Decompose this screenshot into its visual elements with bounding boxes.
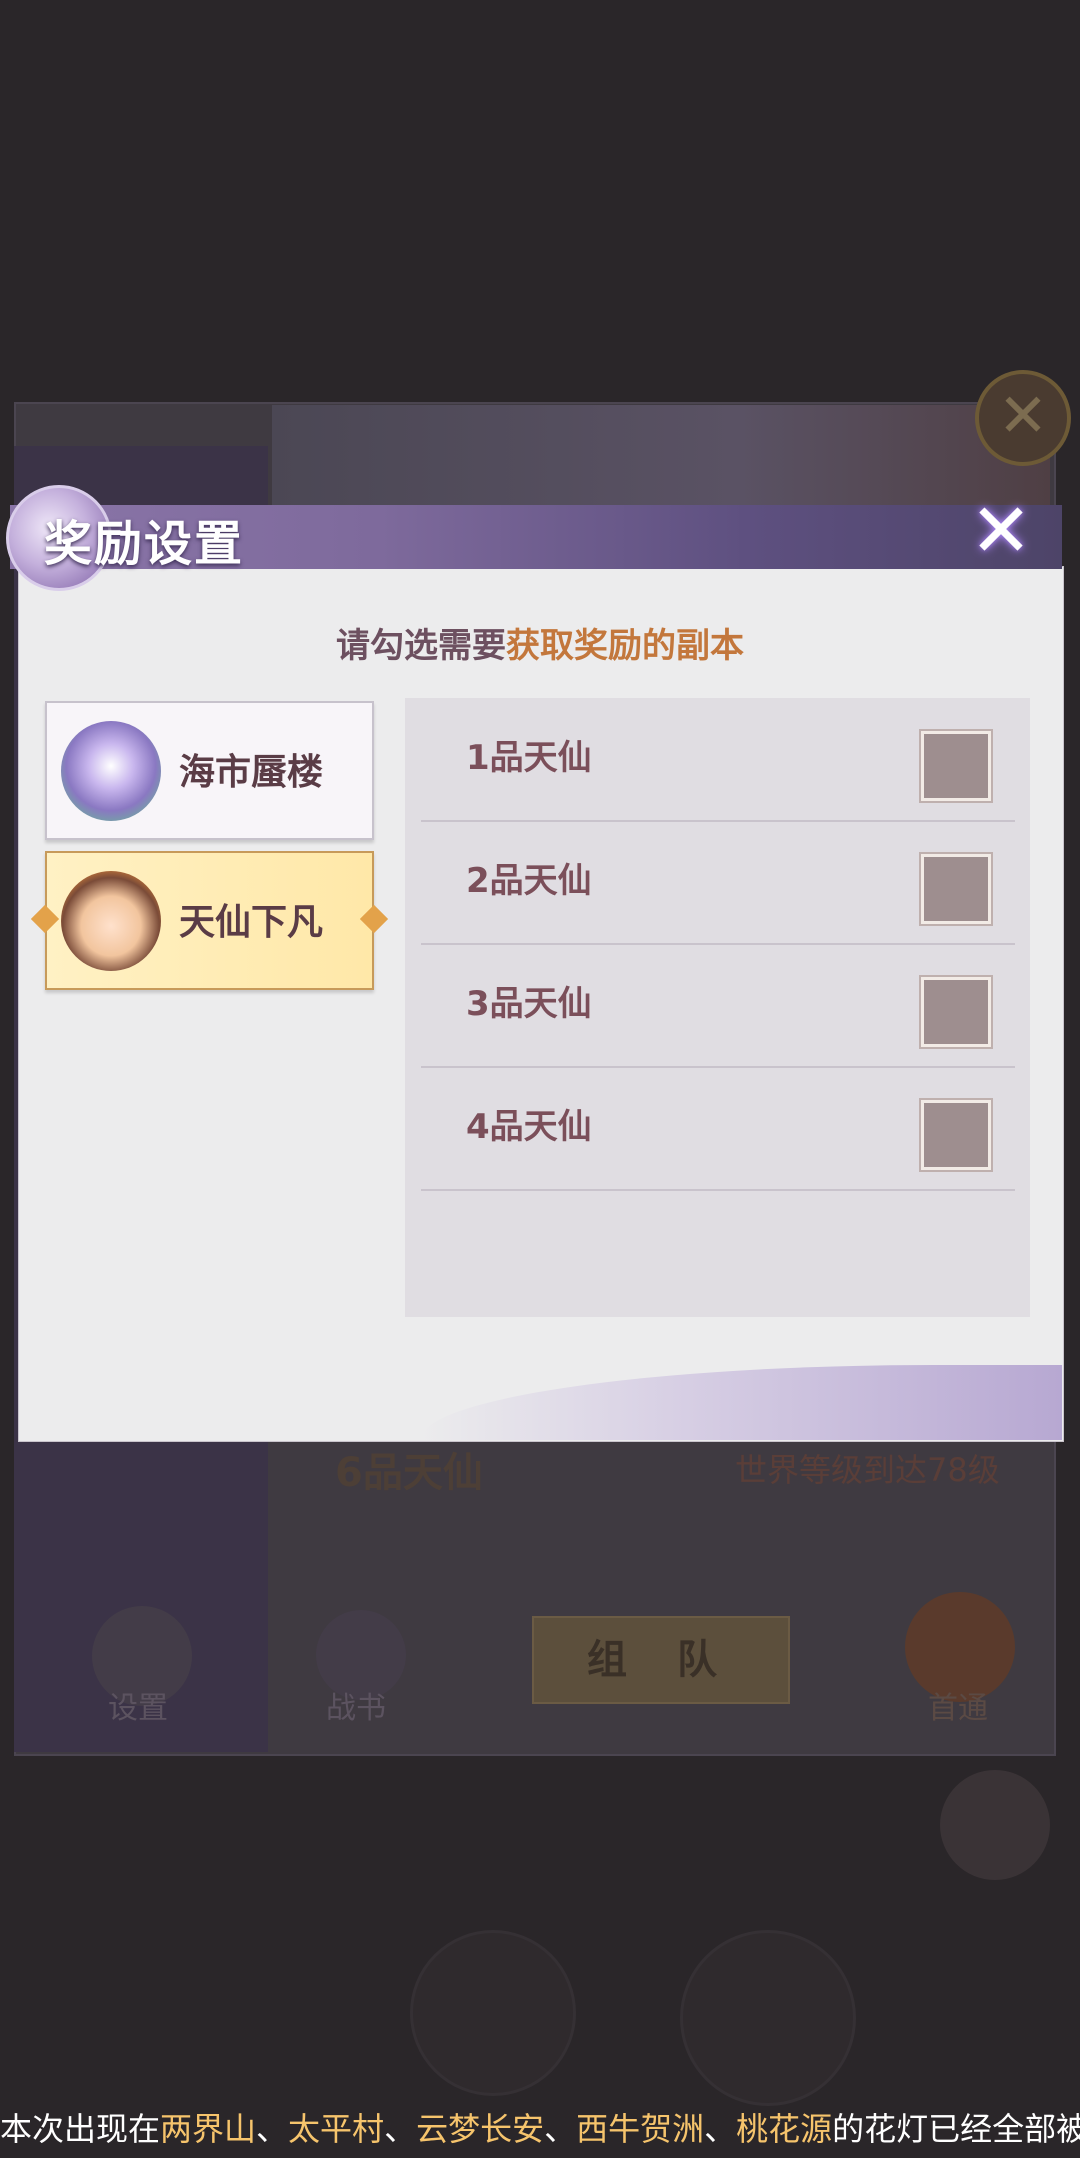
- background-bottom-button-2: [680, 1930, 856, 2106]
- background-round-button: [940, 1770, 1050, 1880]
- tier-checkbox[interactable]: [921, 854, 991, 924]
- instruction-prefix: 请勾选需要: [336, 626, 506, 666]
- background-tier-label: 6品天仙: [335, 1450, 483, 1496]
- background-world-level: 世界等级到达78级: [735, 1451, 1000, 1489]
- marquee-text: 本次出现在: [0, 2110, 161, 2148]
- tier-row: 1品天仙: [421, 698, 1015, 822]
- marquee-location: 云梦长安: [416, 2110, 545, 2148]
- marquee-separator: 、: [704, 2110, 737, 2148]
- dungeon-item-celestial[interactable]: 天仙下凡: [30, 851, 389, 990]
- tier-checkbox[interactable]: [921, 1100, 991, 1170]
- marquee-separator: 、: [256, 2110, 289, 2148]
- dungeon-item-mirage[interactable]: 海市蜃楼: [45, 701, 374, 840]
- tier-label: 1品天仙: [466, 738, 592, 778]
- background-first-clear-label: 首通: [928, 1691, 988, 1726]
- background-team-button: 组 队: [532, 1616, 790, 1704]
- marquee-separator: 、: [544, 2110, 577, 2148]
- background-close-icon: ✕: [975, 370, 1071, 466]
- marquee-separator: 、: [384, 2110, 417, 2148]
- instruction-text: 请勾选需要获取奖励的副本: [0, 618, 1080, 667]
- tier-row: 2品天仙: [421, 821, 1015, 945]
- tier-row: 3品天仙: [421, 944, 1015, 1068]
- tier-row: 4品天仙: [421, 1067, 1015, 1191]
- tier-label: 3品天仙: [466, 984, 592, 1024]
- dungeon-label: 天仙下凡: [179, 902, 324, 943]
- instruction-highlight: 获取奖励的副本: [506, 626, 744, 666]
- marquee-location: 两界山: [160, 2110, 257, 2148]
- marquee-location: 太平村: [288, 2110, 385, 2148]
- tier-list-panel: 1品天仙 2品天仙 3品天仙 4品天仙: [405, 698, 1030, 1317]
- close-icon[interactable]: ✕: [966, 494, 1036, 568]
- tier-label: 4品天仙: [466, 1107, 592, 1147]
- dialog-title: 奖励设置: [44, 516, 245, 572]
- tier-checkbox[interactable]: [921, 977, 991, 1047]
- tier-label: 2品天仙: [466, 861, 592, 901]
- marquee-location: 桃花源: [736, 2110, 833, 2148]
- background-settings-label: 设置: [108, 1691, 168, 1726]
- pearl-shell-icon: [61, 721, 161, 821]
- tier-checkbox[interactable]: [921, 731, 991, 801]
- background-bottom-button-1: [410, 1930, 576, 2096]
- announcement-marquee: 本次出现在两界山、太平村、云梦长安、西牛贺洲、桃花源的花灯已经全部被开启了: [0, 2100, 1080, 2158]
- background-book-label: 战书: [326, 1691, 386, 1726]
- dungeon-label: 海市蜃楼: [179, 752, 324, 793]
- marquee-location: 西牛贺洲: [576, 2110, 705, 2148]
- hero-avatar-icon: [61, 871, 161, 971]
- marquee-text: 的花灯已经全部被开启了: [832, 2110, 1080, 2148]
